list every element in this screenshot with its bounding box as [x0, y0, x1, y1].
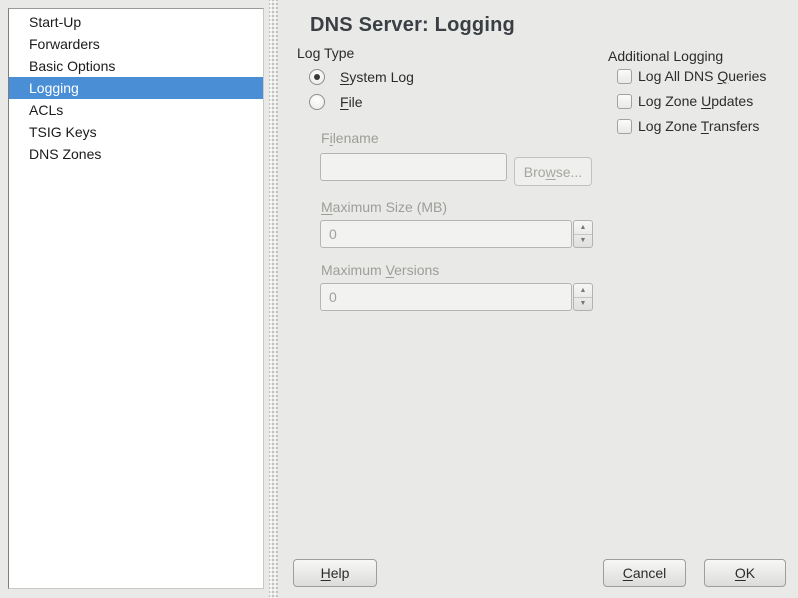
- sidebar-item-basic-options[interactable]: Basic Options: [9, 55, 263, 77]
- checkbox-log-zone-updates[interactable]: Log Zone Updates: [617, 93, 753, 109]
- radio-button-icon[interactable]: [309, 94, 325, 110]
- max-versions-input[interactable]: [320, 283, 572, 311]
- sidebar-item-start-up[interactable]: Start-Up: [9, 11, 263, 33]
- radio-system-log-label: System Log: [340, 69, 414, 85]
- pane-splitter: [269, 0, 278, 598]
- radio-file[interactable]: File: [309, 93, 363, 110]
- sidebar-item-forwarders[interactable]: Forwarders: [9, 33, 263, 55]
- section-list: Start-Up Forwarders Basic Options Loggin…: [8, 8, 264, 589]
- max-size-spinner[interactable]: ▲ ▼: [573, 220, 593, 248]
- sidebar-item-acls[interactable]: ACLs: [9, 99, 263, 121]
- log-type-group-label: Log Type: [297, 45, 354, 61]
- additional-logging-group-label: Additional Logging: [608, 48, 723, 64]
- max-versions-label: Maximum Versions: [321, 262, 439, 278]
- spin-up-icon[interactable]: ▲: [574, 221, 592, 235]
- checkbox-icon[interactable]: [617, 119, 632, 134]
- filename-label: Filename: [321, 130, 379, 146]
- checkbox-log-all-dns-queries[interactable]: Log All DNS Queries: [617, 68, 766, 84]
- spin-down-icon[interactable]: ▼: [574, 235, 592, 248]
- checkbox-label: Log Zone Transfers: [638, 118, 759, 134]
- filename-input[interactable]: [320, 153, 507, 181]
- spin-up-icon[interactable]: ▲: [574, 284, 592, 298]
- ok-button[interactable]: OK: [704, 559, 786, 587]
- max-size-input[interactable]: [320, 220, 572, 248]
- spin-down-icon[interactable]: ▼: [574, 298, 592, 311]
- checkbox-icon[interactable]: [617, 94, 632, 109]
- help-button[interactable]: Help: [293, 559, 377, 587]
- checkbox-label: Log All DNS Queries: [638, 68, 766, 84]
- sidebar-item-dns-zones[interactable]: DNS Zones: [9, 143, 263, 165]
- browse-button[interactable]: Browse...: [514, 157, 592, 186]
- page-title: DNS Server: Logging: [310, 14, 515, 37]
- radio-file-label: File: [340, 94, 363, 110]
- checkbox-icon[interactable]: [617, 69, 632, 84]
- checkbox-log-zone-transfers[interactable]: Log Zone Transfers: [617, 118, 759, 134]
- sidebar-item-logging[interactable]: Logging: [9, 77, 263, 99]
- max-size-label: Maximum Size (MB): [321, 199, 447, 215]
- checkbox-label: Log Zone Updates: [638, 93, 753, 109]
- radio-button-icon[interactable]: [309, 69, 325, 85]
- sidebar-item-tsig-keys[interactable]: TSIG Keys: [9, 121, 263, 143]
- radio-system-log[interactable]: System Log: [309, 68, 414, 85]
- max-versions-spinner[interactable]: ▲ ▼: [573, 283, 593, 311]
- cancel-button[interactable]: Cancel: [603, 559, 686, 587]
